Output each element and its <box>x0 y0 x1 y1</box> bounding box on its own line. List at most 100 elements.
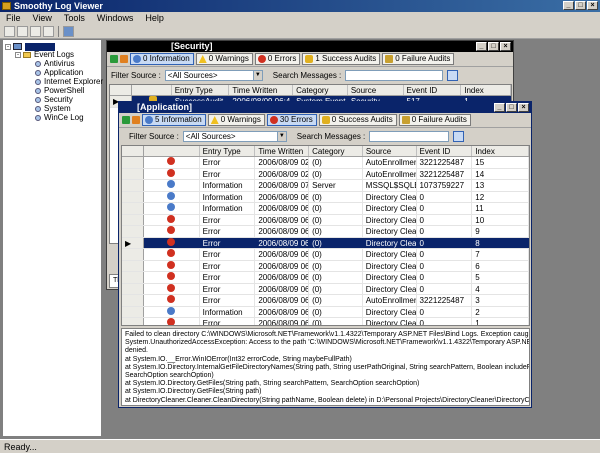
menu-file[interactable]: File <box>6 13 21 23</box>
close-button[interactable]: × <box>518 103 529 112</box>
tree-item-antivirus[interactable]: Antivirus <box>35 59 75 68</box>
maximize-button[interactable]: □ <box>575 1 586 10</box>
cell-time: 2006/08/09 06:4... <box>255 318 310 325</box>
table-row[interactable]: Error2006/08/09 06:4...(0)Directory Clea… <box>122 249 529 261</box>
cell-category: (0) <box>309 260 363 271</box>
minimize-button[interactable]: _ <box>494 103 505 112</box>
close-button[interactable]: × <box>587 1 598 10</box>
table-row[interactable]: Error2006/08/09 06:4...(0)AutoEnrollment… <box>122 295 529 307</box>
computer-icon[interactable] <box>63 25 74 37</box>
table-row[interactable]: Error2006/08/09 06:4...(0)Directory Clea… <box>122 272 529 284</box>
filter-information-button[interactable]: 5 Information <box>142 114 206 126</box>
cell-time: 2006/08/09 06:4... <box>255 226 310 237</box>
menu-view[interactable]: View <box>33 13 52 23</box>
cell-category: (0) <box>309 226 363 237</box>
cell-source: Directory Cleaner <box>363 306 417 317</box>
cell-index: 15 <box>472 157 529 168</box>
table-row[interactable]: Information2006/08/09 06:4...(0)Director… <box>122 203 529 215</box>
filter-failure-audits-button[interactable]: 0 Failure Audits <box>382 53 455 65</box>
column-time-written[interactable]: Time Written <box>255 146 310 156</box>
error-icon <box>167 283 176 292</box>
menu-windows[interactable]: Windows <box>97 13 134 23</box>
table-row[interactable]: Error2006/08/09 06:4...(0)Directory Clea… <box>122 226 529 238</box>
table-row[interactable]: ▶ Error2006/08/09 06:4...(0)Directory Cle… <box>122 237 529 249</box>
filter-information-button[interactable]: 0 Information <box>130 53 194 65</box>
table-row[interactable]: Information2006/08/09 06:4...(0)Director… <box>122 306 529 318</box>
log-tree[interactable]: - - Event Logs Antivirus Application Inte… <box>2 39 103 437</box>
filter-errors-button[interactable]: 0 Errors <box>254 53 301 65</box>
filter-warnings-button[interactable]: 0 Warnings <box>207 114 265 126</box>
table-row[interactable]: Error2006/08/09 02:3...(0)AutoEnrollment… <box>122 168 529 180</box>
table-row[interactable]: Information2006/08/09 06:4...(0)Director… <box>122 191 529 203</box>
column-event-id[interactable]: Event ID <box>404 85 462 95</box>
cell-index: 5 <box>472 272 529 283</box>
cell-source: Directory Cleaner <box>363 272 417 283</box>
column-source[interactable]: Source <box>363 146 417 156</box>
table-row[interactable]: Error2006/08/09 06:4...(0)Directory Clea… <box>122 283 529 295</box>
open-icon[interactable] <box>17 25 28 37</box>
filter-failure-audits-button[interactable]: 0 Failure Audits <box>398 114 471 126</box>
column-index[interactable]: Index <box>472 146 529 156</box>
application-grid[interactable]: Entry Type Time Written Category Source … <box>121 145 530 326</box>
column-entry-type[interactable]: Entry Type <box>172 85 230 95</box>
cell-index: 8 <box>472 237 529 248</box>
column-entry-type[interactable]: Entry Type <box>200 146 256 156</box>
tree-item-system[interactable]: System <box>35 104 71 113</box>
tree-item-internet-explorer[interactable]: Internet Explorer <box>35 77 103 86</box>
error-icon <box>269 116 278 124</box>
column-index[interactable]: Index <box>461 85 511 95</box>
clear-icon[interactable] <box>120 55 128 63</box>
column-event-id[interactable]: Event ID <box>417 146 473 156</box>
warning-icon <box>198 55 207 63</box>
cell-type: Error <box>200 295 256 306</box>
table-row[interactable]: Error2006/08/09 06:4...(0)Directory Clea… <box>122 260 529 272</box>
column-category[interactable]: Category <box>309 146 363 156</box>
tree-item-powershell[interactable]: PowerShell <box>35 86 84 95</box>
table-row[interactable]: Error2006/08/09 06:4...(0)Directory Clea… <box>122 318 529 325</box>
refresh-icon[interactable] <box>110 55 118 63</box>
search-button[interactable] <box>453 130 465 142</box>
row-selector <box>122 283 144 294</box>
column-time-written[interactable]: Time Written <box>229 85 294 95</box>
search-input[interactable] <box>369 130 450 142</box>
save-icon[interactable] <box>30 25 41 37</box>
minimize-button[interactable]: _ <box>476 42 487 51</box>
search-input[interactable] <box>345 69 444 81</box>
refresh-icon[interactable] <box>122 116 130 124</box>
table-row[interactable]: Error2006/08/09 06:4...(0)Directory Clea… <box>122 214 529 226</box>
tree-event-logs[interactable]: - Event Logs <box>15 50 74 59</box>
source-filter-select[interactable]: <All Sources> ▼ <box>182 130 287 142</box>
tree-item-application[interactable]: Application <box>35 68 83 77</box>
menu-bar: File View Tools Windows Help <box>0 12 600 24</box>
filter-success-audits-button[interactable]: 0 Success Audits <box>318 114 397 126</box>
cell-index: 6 <box>472 260 529 271</box>
cell-id: 0 <box>417 191 473 202</box>
status-text: Ready... <box>4 442 37 452</box>
maximize-button[interactable]: □ <box>506 103 517 112</box>
source-filter-select[interactable]: <All Sources> ▼ <box>164 69 263 81</box>
tree-item-wince-log[interactable]: WinCe Log <box>35 113 84 122</box>
menu-tools[interactable]: Tools <box>64 13 85 23</box>
menu-help[interactable]: Help <box>145 13 164 23</box>
cell-source: AutoEnrollment <box>363 168 417 179</box>
application-titlebar[interactable]: [Application] _ □ × <box>119 102 531 113</box>
table-row[interactable]: Information2006/08/09 07:0...ServerMSSQL… <box>122 180 529 192</box>
column-category[interactable]: Category <box>293 85 348 95</box>
filter-warnings-button[interactable]: 0 Warnings <box>195 53 253 65</box>
row-selector <box>122 260 144 271</box>
column-source[interactable]: Source <box>348 85 404 95</box>
security-titlebar[interactable]: [Security] _ □ × <box>107 41 513 52</box>
filter-success-audits-button[interactable]: 1 Success Audits <box>302 53 381 65</box>
filter-errors-button[interactable]: 30 Errors <box>266 114 317 126</box>
tree-item-security[interactable]: Security <box>35 95 73 104</box>
search-button[interactable] <box>447 69 459 81</box>
cell-id: 0 <box>417 306 473 317</box>
new-icon[interactable] <box>4 25 15 37</box>
clear-icon[interactable] <box>132 116 140 124</box>
close-button[interactable]: × <box>500 42 511 51</box>
table-row[interactable]: Error2006/08/09 02:4...(0)AutoEnrollment… <box>122 157 529 169</box>
properties-icon[interactable] <box>43 25 54 37</box>
application-window[interactable]: [Application] _ □ × 5 Information 0 Warn… <box>118 101 532 408</box>
minimize-button[interactable]: _ <box>563 1 574 10</box>
maximize-button[interactable]: □ <box>488 42 499 51</box>
